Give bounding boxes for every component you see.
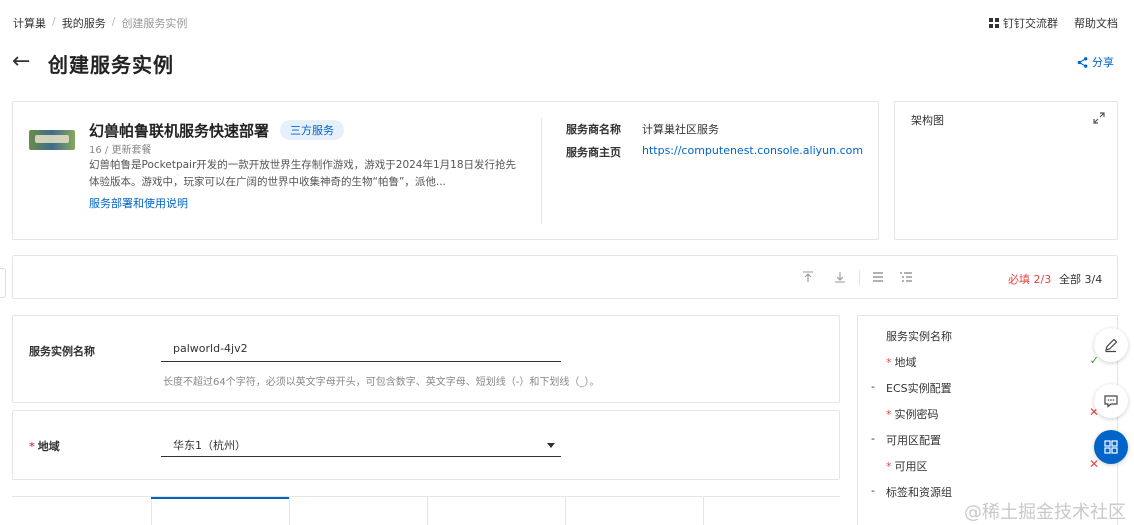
feedback-float-button[interactable] [1094,384,1128,418]
side-collapse-tab[interactable] [0,268,6,298]
service-type-tag: 三方服务 [280,120,344,140]
service-meta: 16 / 更新套餐 [89,145,152,156]
chat-bubble-icon [1104,395,1118,408]
service-docs-link[interactable]: 服务部署和使用说明 [89,195,188,211]
edit-float-button[interactable] [1094,328,1128,362]
all-value: 3/4 [1084,273,1103,286]
scroll-to-bottom-icon[interactable] [833,270,847,284]
provider-name-value: 计算巢社区服务 [642,123,719,136]
all-label: 全部 [1059,273,1081,286]
required-mark: * [29,440,35,453]
service-name: 幻兽帕鲁联机服务快速部署 [89,122,270,140]
zone-tabs-strip [12,496,840,525]
service-info-card: 幻兽帕鲁联机服务快速部署 三方服务 16 / 更新套餐 幻兽帕鲁是Pocketp… [12,101,879,240]
nav-item-tags-resource-group[interactable]: - 标签和资源组 [871,484,952,500]
instance-name-section: 服务实例名称 palworld-4jv2 长度不超过64个字符，必须以英文字母开… [12,315,840,403]
breadcrumb-item-my-services[interactable]: 我的服务 [62,15,106,31]
breadcrumb: 计算巢 / 我的服务 / 创建服务实例 [13,15,187,31]
nav-item-zone[interactable]: * 可用区 [886,458,928,474]
region-label: * 地域 [29,438,60,454]
required-count: 必填 2/3 [1008,271,1051,287]
required-label: 必填 [1008,273,1030,286]
zone-tab-active[interactable] [151,497,289,499]
region-select[interactable]: 华东1（杭州） [161,433,561,457]
expand-all-icon[interactable] [899,270,913,284]
region-selected-value: 华东1（杭州） [173,439,246,452]
dingtalk-group-link[interactable]: 钉钉交流群 [989,15,1058,31]
breadcrumb-separator: / [52,15,56,28]
chevron-down-icon [547,443,555,448]
nav-item-ecs-config[interactable]: - ECS实例配置 [871,380,952,396]
required-value: 2/3 [1033,273,1052,286]
top-links: 钉钉交流群 帮助文档 [989,15,1118,31]
page-title: 创建服务实例 [48,53,174,77]
expand-icon[interactable] [1093,112,1105,124]
nav-item-instance-password[interactable]: * 实例密码 [886,406,939,422]
toolbar-divider [859,270,860,286]
pencil-icon [1105,338,1118,353]
instance-name-label: 服务实例名称 [29,345,95,358]
qr-grid-icon [989,18,999,28]
share-label: 分享 [1092,56,1114,69]
architecture-title: 架构图 [911,114,944,127]
service-thumbnail [29,130,75,150]
back-arrow-icon[interactable]: ← [12,50,30,74]
apps-grid-icon [1104,440,1118,454]
all-count: 全部 3/4 [1059,271,1102,287]
apps-float-button[interactable] [1094,430,1128,464]
scroll-to-top-icon[interactable] [801,270,815,284]
breadcrumb-item-compute-nest[interactable]: 计算巢 [13,15,46,31]
help-docs-link[interactable]: 帮助文档 [1074,15,1118,31]
provider-homepage-link[interactable]: https://computenest.console.aliyun.com [642,144,863,157]
form-toolbar: 必填 2/3 全部 3/4 [12,255,1118,299]
view-toggles [871,270,913,284]
error-x-icon: ✕ [1088,457,1099,471]
region-section: * 地域 华东1（杭州） [12,410,840,480]
provider-homepage-label: 服务商主页 [566,146,621,159]
card-divider [541,118,542,224]
nav-item-region[interactable]: * 地域 [886,354,917,370]
collapse-all-icon[interactable] [871,270,885,284]
breadcrumb-separator: / [111,15,116,28]
region-label-text: 地域 [37,440,60,453]
share-button[interactable]: 分享 [1077,54,1114,70]
nav-item-instance-name[interactable]: 服务实例名称 [886,328,952,344]
share-icon [1077,56,1088,68]
dingtalk-group-label: 钉钉交流群 [1003,17,1058,30]
nav-item-zone-config[interactable]: - 可用区配置 [871,432,941,448]
breadcrumb-item-current: 创建服务实例 [121,17,188,30]
instance-name-input[interactable]: palworld-4jv2 [161,338,561,362]
instance-name-hint: 长度不超过64个字符，必须以英文字母开头，可包含数字、英文字母、短划线（-）和下… [163,377,600,388]
architecture-card: 架构图 [894,101,1118,240]
toolbar-icons [801,270,847,284]
provider-name-label: 服务商名称 [566,123,621,136]
service-description: 幻兽帕鲁是Pocketpair开发的一款开放世界生存制作游戏，游戏于2024年1… [89,159,517,188]
form-nav-panel: 服务实例名称 * 地域 ✓ - ECS实例配置 * 实例密码 ✕ - 可用区配置 * 可用… [857,315,1118,525]
watermark: @稀土掘金技术社区 [964,502,1126,523]
